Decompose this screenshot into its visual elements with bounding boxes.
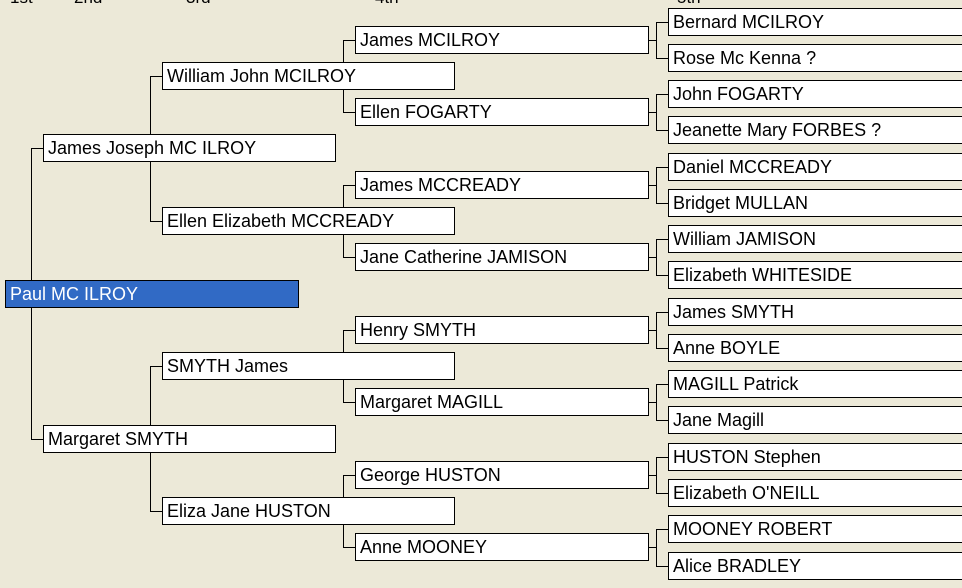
person-box[interactable]: Jeanette Mary FORBES ? (668, 116, 962, 144)
person-box[interactable]: John FOGARTY (668, 80, 962, 108)
generation-header: 1st (10, 0, 33, 8)
connector-line (150, 366, 162, 367)
connector-line (31, 148, 43, 149)
connector-line (31, 439, 43, 440)
connector-line (656, 312, 657, 349)
person-box[interactable]: MAGILL Patrick (668, 370, 962, 398)
connector-line (649, 40, 656, 41)
generation-header: 4th (375, 0, 399, 8)
connector-line (150, 76, 162, 77)
connector-line (656, 457, 668, 458)
connector-line (656, 384, 657, 421)
connector-line (649, 547, 656, 548)
connector-line (343, 112, 355, 113)
person-box[interactable]: Jane Magill (668, 406, 962, 434)
connector-line (649, 112, 656, 113)
connector-line (656, 384, 668, 385)
connector-line (656, 239, 668, 240)
person-box[interactable]: Bernard MCILROY (668, 8, 962, 36)
connector-line (649, 257, 656, 258)
selected-person-box[interactable]: Paul MC ILROY (5, 280, 299, 308)
connector-line (343, 257, 355, 258)
connector-line (343, 475, 355, 476)
connector-line (656, 94, 657, 131)
person-box[interactable]: Elizabeth WHITESIDE (668, 261, 962, 289)
connector-line (656, 239, 657, 276)
connector-line (343, 402, 355, 403)
person-box[interactable]: Eliza Jane HUSTON (162, 497, 455, 525)
person-box[interactable]: Bridget MULLAN (668, 189, 962, 217)
connector-line (656, 312, 668, 313)
connector-line (656, 348, 668, 349)
person-box[interactable]: James Joseph MC ILROY (43, 134, 336, 162)
generation-header: 2nd (74, 0, 102, 8)
connector-line (656, 58, 668, 59)
person-box[interactable]: Anne BOYLE (668, 334, 962, 362)
person-box[interactable]: Ellen Elizabeth MCCREADY (162, 207, 455, 235)
person-box[interactable]: James MCCREADY (355, 171, 649, 199)
person-box[interactable]: Margaret MAGILL (355, 388, 649, 416)
connector-line (649, 330, 656, 331)
person-box[interactable]: James SMYTH (668, 298, 962, 326)
person-box[interactable]: William JAMISON (668, 225, 962, 253)
person-box[interactable]: HUSTON Stephen (668, 443, 962, 471)
person-box[interactable]: George HUSTON (355, 461, 649, 489)
connector-line (343, 185, 355, 186)
connector-line (649, 185, 656, 186)
connector-line (656, 22, 657, 59)
person-box[interactable]: Ellen FOGARTY (355, 98, 649, 126)
person-box[interactable]: MOONEY ROBERT (668, 515, 962, 543)
connector-line (150, 511, 162, 512)
generation-header: 5th (677, 0, 701, 8)
person-box[interactable]: William John MCILROY (162, 62, 455, 90)
connector-line (343, 330, 355, 331)
person-box[interactable]: Henry SMYTH (355, 316, 649, 344)
person-box[interactable]: Elizabeth O'NEILL (668, 479, 962, 507)
person-box[interactable]: Anne MOONEY (355, 533, 649, 561)
connector-line (649, 475, 656, 476)
connector-line (656, 167, 657, 204)
person-box[interactable]: SMYTH James (162, 352, 455, 380)
connector-line (656, 167, 668, 168)
person-box[interactable]: James MCILROY (355, 26, 649, 54)
connector-line (343, 547, 355, 548)
connector-line (656, 130, 668, 131)
connector-line (656, 529, 657, 567)
connector-line (656, 420, 668, 421)
connector-line (656, 493, 668, 494)
person-box[interactable]: Margaret SMYTH (43, 425, 336, 453)
connector-line (656, 457, 657, 494)
generation-header: 3rd (186, 0, 211, 8)
connector-line (656, 94, 668, 95)
person-box[interactable]: Daniel MCCREADY (668, 153, 962, 181)
connector-line (649, 402, 656, 403)
connector-line (656, 529, 668, 530)
connector-line (656, 22, 668, 23)
connector-line (656, 566, 668, 567)
person-box[interactable]: Alice BRADLEY (668, 552, 962, 580)
connector-line (150, 221, 162, 222)
connector-line (656, 275, 668, 276)
person-box[interactable]: Jane Catherine JAMISON (355, 243, 649, 271)
connector-line (656, 203, 668, 204)
connector-line (343, 40, 355, 41)
person-box[interactable]: Rose Mc Kenna ? (668, 44, 962, 72)
